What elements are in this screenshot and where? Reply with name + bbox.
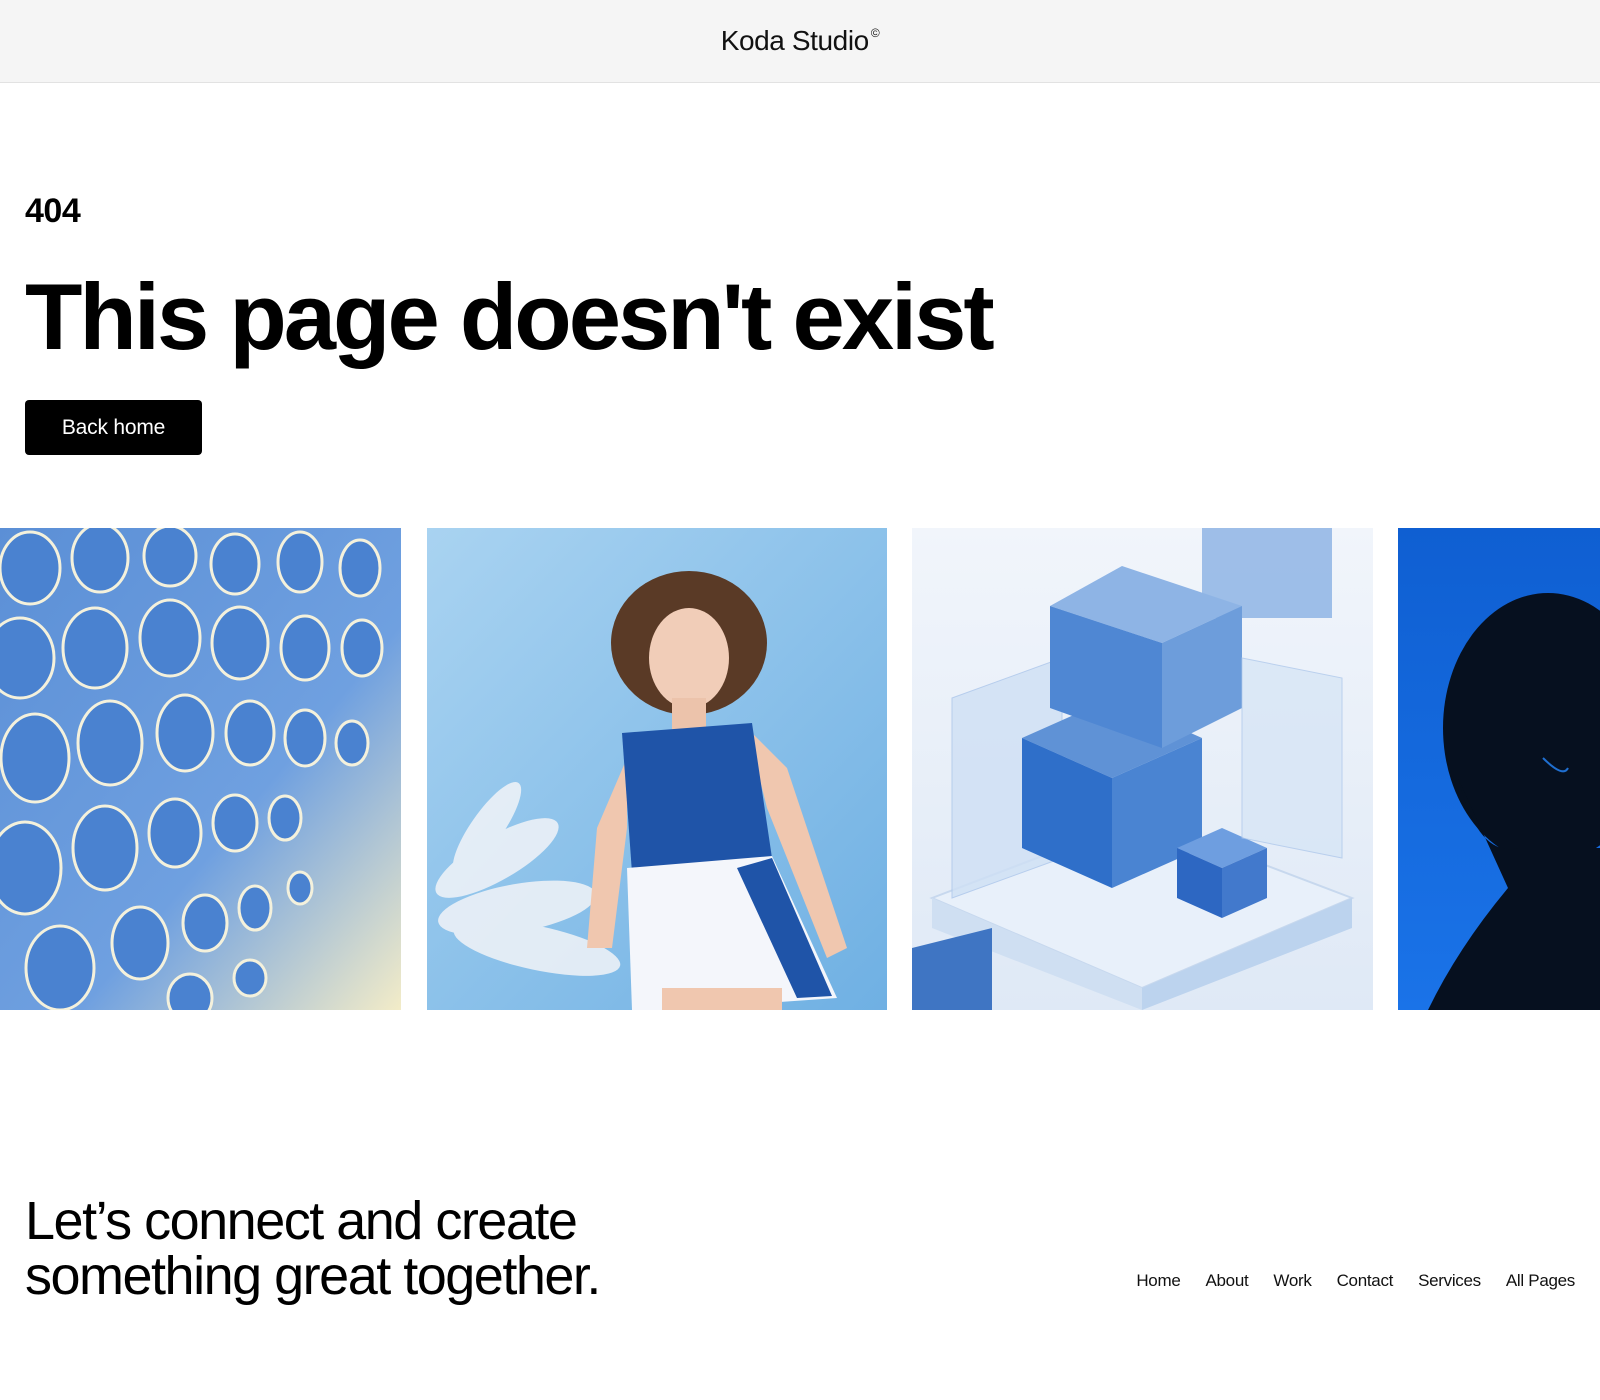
back-home-button[interactable]: Back home xyxy=(25,400,202,455)
footer-link-work[interactable]: Work xyxy=(1273,1271,1311,1291)
cta-line-2: something great together. xyxy=(25,1246,601,1306)
gallery-image-ice-cubes xyxy=(912,528,1373,1010)
silhouette-image xyxy=(1398,528,1600,1010)
gallery-image-woman-in-blue xyxy=(427,528,887,1010)
footer-link-about[interactable]: About xyxy=(1205,1271,1248,1291)
brand-logo-link[interactable]: Koda Studio © xyxy=(721,25,880,57)
page-title: This page doesn't exist xyxy=(25,264,995,369)
portrait-photo-image xyxy=(427,528,887,1010)
footer-nav: Home About Work Contact Services All Pag… xyxy=(1136,1271,1575,1291)
footer-link-services[interactable]: Services xyxy=(1418,1271,1481,1291)
footer-link-all-pages[interactable]: All Pages xyxy=(1506,1271,1575,1291)
gallery-image-silhouette xyxy=(1398,528,1600,1010)
copyright-mark: © xyxy=(870,26,880,40)
gallery-image-blue-foam-cells xyxy=(0,528,401,1010)
3d-cubes-image xyxy=(912,528,1373,1010)
brand-name: Koda Studio xyxy=(720,25,870,56)
footer-link-contact[interactable]: Contact xyxy=(1337,1271,1394,1291)
footer-link-home[interactable]: Home xyxy=(1136,1271,1180,1291)
abstract-cells-image xyxy=(0,528,401,1010)
cta-line-1: Let’s connect and create xyxy=(25,1191,578,1251)
image-gallery xyxy=(0,528,1600,1010)
footer-cta-heading: Let’s connect and create something great… xyxy=(25,1194,725,1304)
site-header: Koda Studio © xyxy=(0,0,1600,83)
error-code: 404 xyxy=(25,192,81,230)
